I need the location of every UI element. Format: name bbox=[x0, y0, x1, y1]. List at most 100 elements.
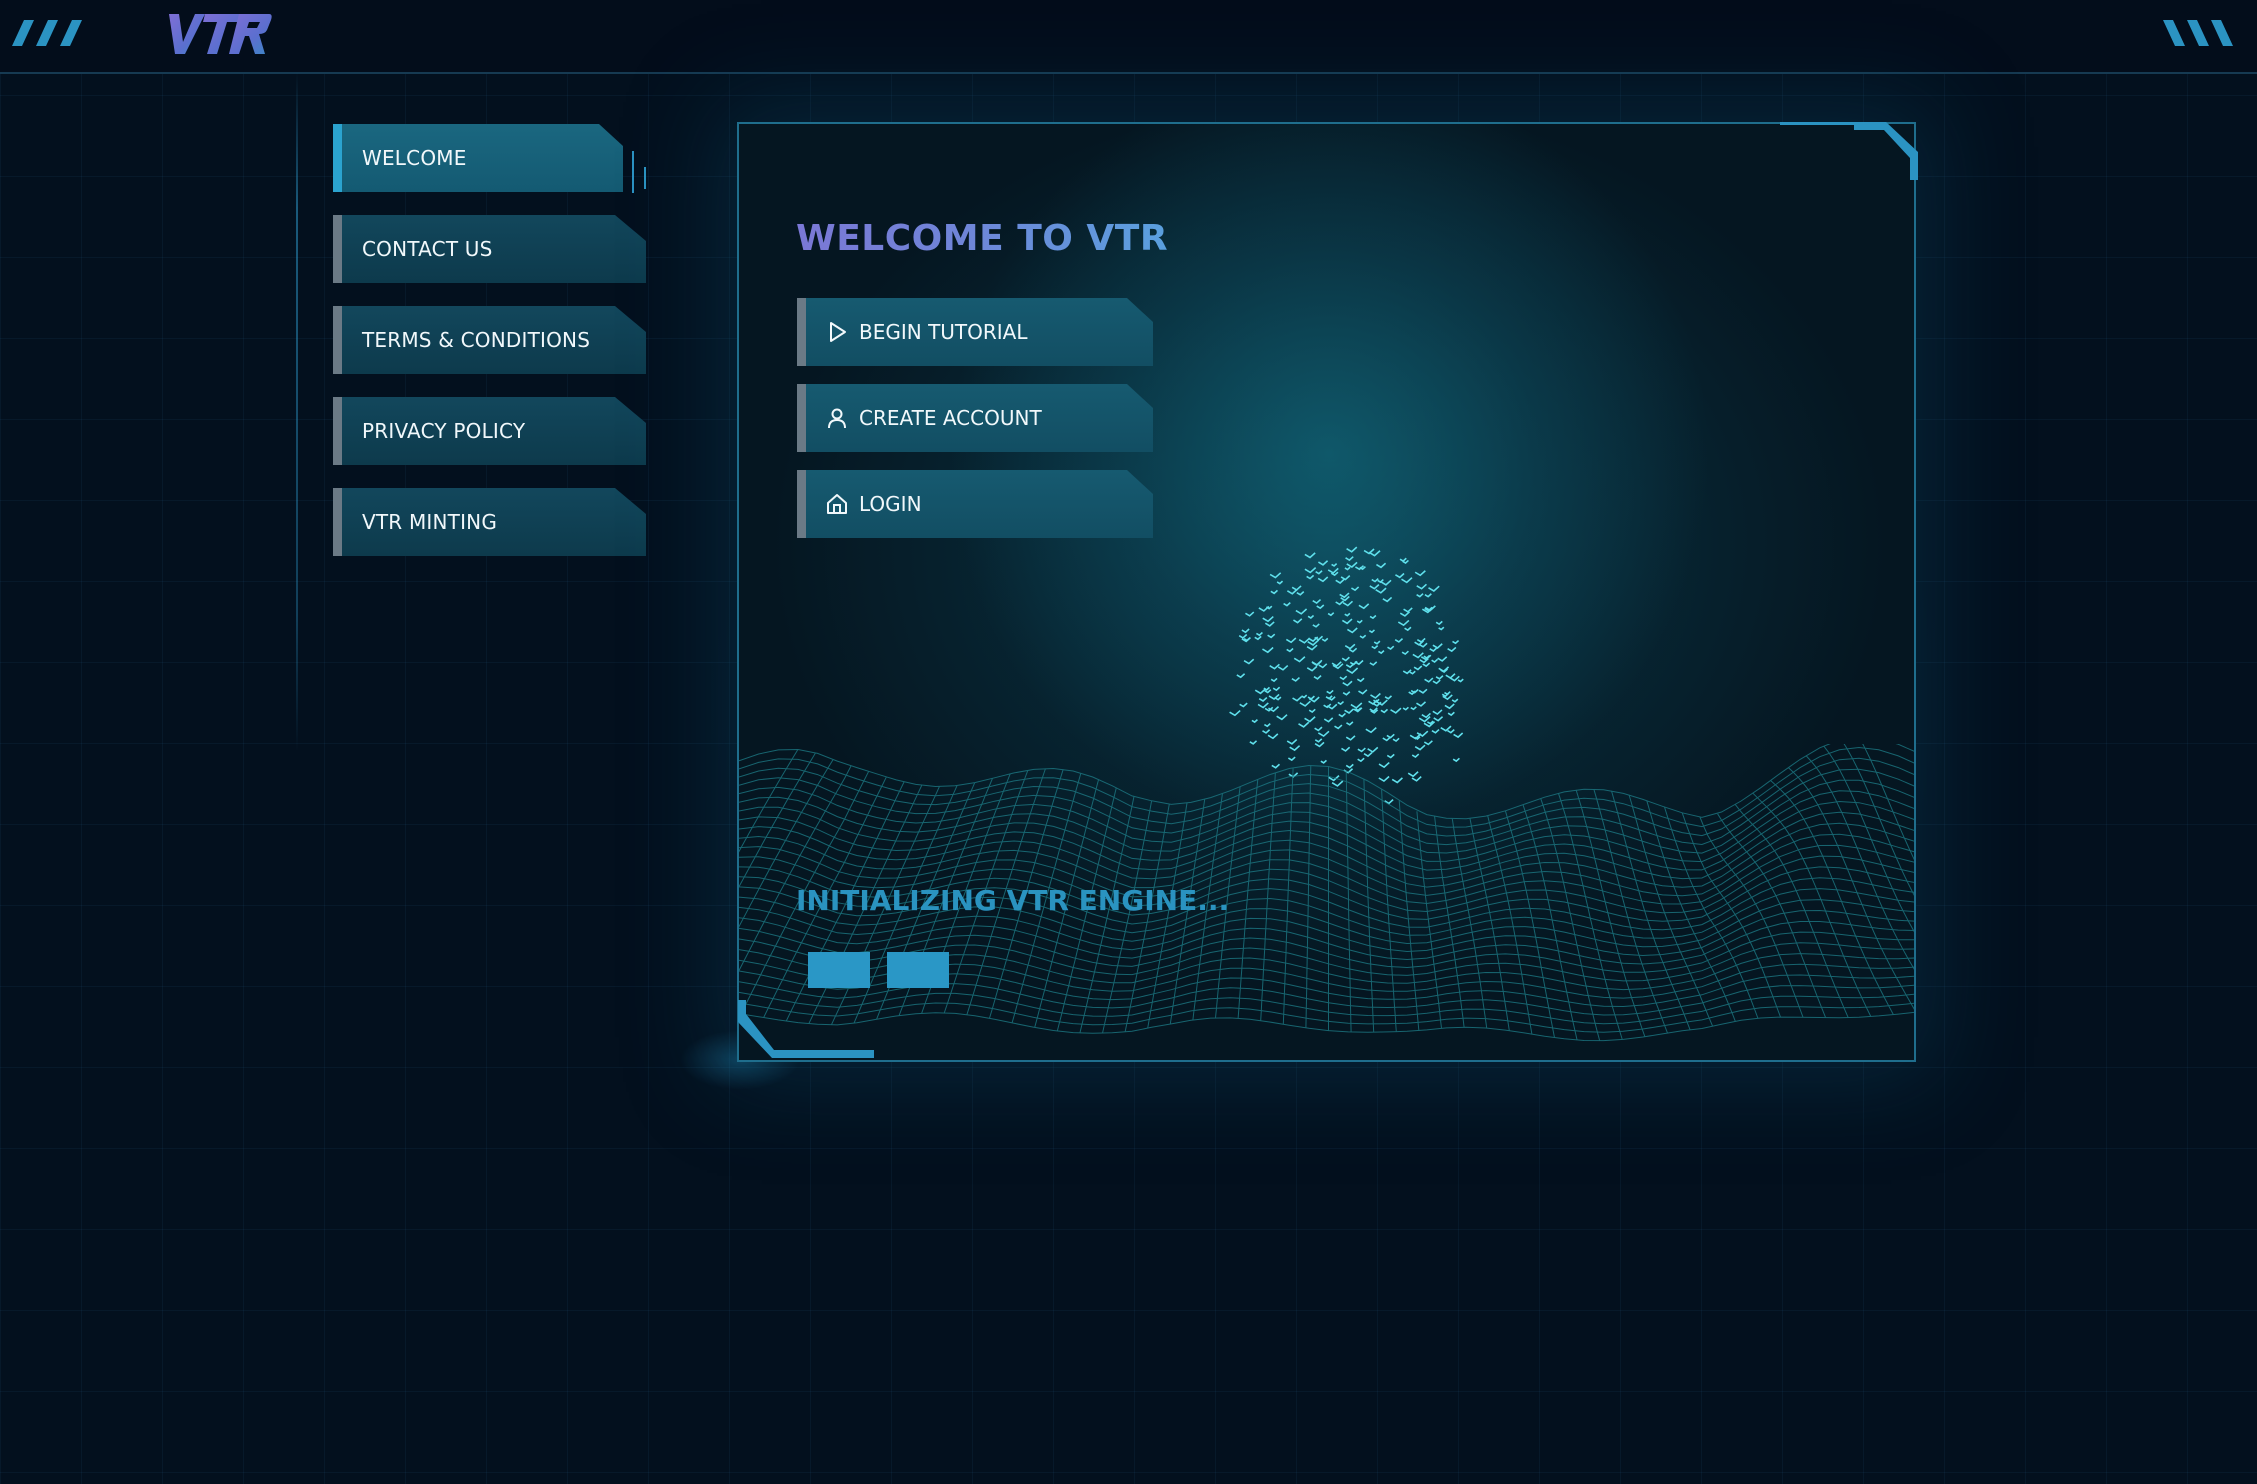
stripes-left-decoration bbox=[12, 20, 82, 46]
loader-block bbox=[887, 952, 949, 988]
action-list: BEGIN TUTORIAL CREATE ACCOUNT LOGIN bbox=[797, 298, 1153, 556]
bird-mark bbox=[1432, 679, 1441, 685]
bird-mark bbox=[1453, 732, 1464, 739]
bird-mark bbox=[1438, 666, 1450, 673]
bird-mark bbox=[1356, 619, 1363, 624]
bird-mark bbox=[1457, 678, 1464, 683]
bird-mark bbox=[1358, 689, 1368, 695]
bird-mark bbox=[1440, 725, 1452, 732]
bird-mark bbox=[1369, 614, 1377, 620]
bird-mark bbox=[1401, 577, 1413, 584]
bird-mark bbox=[1404, 626, 1412, 632]
page: WELCOME CONTACT US TERMS & CONDITIONS PR… bbox=[0, 0, 2257, 1484]
bird-mark bbox=[1433, 716, 1444, 722]
bird-mark bbox=[1291, 585, 1302, 591]
bird-mark bbox=[1312, 598, 1322, 605]
sidebar-item-label: VTR MINTING bbox=[362, 510, 498, 534]
bird-mark bbox=[1399, 611, 1411, 617]
bird-mark bbox=[1447, 646, 1457, 653]
vtr-logo[interactable] bbox=[165, 8, 275, 60]
bird-mark bbox=[1339, 592, 1350, 599]
bird-mark bbox=[1327, 612, 1335, 617]
sidebar-item-vtr-minting[interactable]: VTR MINTING bbox=[333, 488, 646, 556]
bird-mark bbox=[1392, 737, 1400, 743]
bird-mark bbox=[1292, 696, 1303, 702]
bird-mark bbox=[1315, 570, 1323, 575]
bird-mark bbox=[1318, 663, 1328, 669]
terrain-column-line bbox=[1345, 771, 1352, 1033]
bird-mark bbox=[1311, 659, 1323, 666]
bird-mark bbox=[1375, 587, 1387, 594]
bird-mark bbox=[1304, 567, 1317, 574]
bird-mark bbox=[1354, 659, 1364, 666]
terrain-column-line bbox=[1611, 790, 1691, 1030]
bird-mark bbox=[1299, 700, 1311, 707]
terrain-column-line bbox=[1282, 767, 1294, 1025]
bird-mark bbox=[1306, 574, 1315, 580]
bird-mark bbox=[1283, 602, 1291, 607]
bird-mark bbox=[1312, 623, 1320, 628]
bird-mark bbox=[1342, 691, 1351, 696]
bird-mark bbox=[1304, 716, 1316, 723]
bird-mark bbox=[1317, 730, 1330, 738]
bird-mark bbox=[1262, 615, 1274, 623]
bird-mark bbox=[1318, 560, 1329, 566]
login-button[interactable]: LOGIN bbox=[797, 470, 1153, 538]
main-panel: WELCOME TO VTR BEGIN TUTORIAL CREATE ACC… bbox=[737, 122, 1916, 1062]
sidebar-item-label: CONTACT US bbox=[362, 237, 493, 261]
bird-mark bbox=[1410, 706, 1417, 711]
bird-mark bbox=[1344, 566, 1351, 571]
bird-mark bbox=[1323, 717, 1334, 723]
bird-mark bbox=[1285, 637, 1297, 644]
bird-mark bbox=[1245, 611, 1255, 617]
panel-corner-accent-top bbox=[1780, 122, 1918, 180]
bird-mark bbox=[1262, 646, 1274, 654]
sidebar-item-contact-us[interactable]: CONTACT US bbox=[333, 215, 646, 283]
sidebar-item-label: WELCOME bbox=[362, 146, 467, 170]
user-icon bbox=[828, 408, 846, 429]
bird-mark bbox=[1424, 677, 1434, 683]
bird-mark bbox=[1344, 612, 1351, 617]
begin-tutorial-button[interactable]: BEGIN TUTORIAL bbox=[797, 298, 1153, 366]
bird-mark bbox=[1257, 702, 1269, 709]
bird-mark bbox=[1402, 706, 1409, 711]
bird-mark bbox=[1293, 656, 1306, 663]
terrain-row-line bbox=[739, 822, 1914, 888]
sidebar-item-terms-conditions[interactable]: TERMS & CONDITIONS bbox=[333, 306, 646, 374]
bird-mark bbox=[1238, 633, 1248, 639]
bird-mark bbox=[1229, 709, 1241, 717]
loader-block bbox=[808, 952, 870, 988]
bird-mark bbox=[1307, 614, 1315, 619]
bird-mark bbox=[1272, 686, 1281, 692]
bird-mark bbox=[1345, 556, 1354, 562]
bird-mark bbox=[1370, 692, 1381, 699]
bird-mark bbox=[1243, 658, 1255, 665]
sidebar-item-welcome[interactable]: WELCOME bbox=[333, 124, 623, 192]
bird-mark bbox=[1335, 578, 1346, 584]
sidebar-item-privacy-policy[interactable]: PRIVACY POLICY bbox=[333, 397, 646, 465]
bird-mark bbox=[1414, 570, 1426, 577]
bird-mark bbox=[1431, 658, 1439, 663]
bird-mark bbox=[1301, 694, 1308, 699]
bird-mark bbox=[1401, 650, 1409, 656]
create-account-button[interactable]: CREATE ACCOUNT bbox=[797, 384, 1153, 452]
nav-item-edge bbox=[333, 215, 342, 283]
bird-mark bbox=[1397, 619, 1410, 627]
bird-mark bbox=[1384, 695, 1393, 700]
bird-mark bbox=[1447, 729, 1455, 734]
bird-mark bbox=[1416, 593, 1424, 598]
bird-mark bbox=[1431, 728, 1440, 734]
bird-mark bbox=[1270, 677, 1278, 683]
bird-mark bbox=[1378, 650, 1385, 655]
bird-mark bbox=[1342, 680, 1353, 687]
bird-mark bbox=[1435, 675, 1444, 680]
bird-mark bbox=[1291, 676, 1300, 682]
terrain-row-line bbox=[739, 757, 1914, 837]
bird-mark bbox=[1314, 726, 1323, 732]
bird-mark bbox=[1339, 675, 1348, 681]
bird-mark bbox=[1316, 604, 1325, 610]
terrain-column-line bbox=[1699, 816, 1804, 1018]
terrain-row-line bbox=[739, 991, 1914, 1025]
terrain-row-line bbox=[739, 800, 1914, 871]
nav-item-edge bbox=[333, 306, 342, 374]
